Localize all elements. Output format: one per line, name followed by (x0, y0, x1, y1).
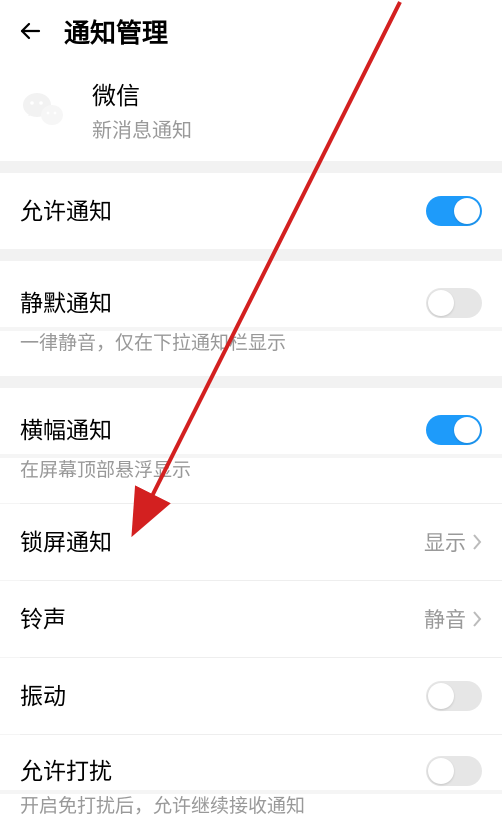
chevron-right-icon (472, 610, 482, 628)
lockscreen-notifications-row[interactable]: 锁屏通知 显示 (0, 504, 502, 580)
row-label: 静默通知 (20, 287, 426, 319)
row-label: 锁屏通知 (20, 526, 112, 558)
back-button[interactable] (16, 17, 44, 45)
app-name: 微信 (92, 76, 192, 111)
vibrate-toggle[interactable] (426, 681, 482, 711)
row-desc: 在屏幕顶部悬浮显示 (20, 458, 482, 485)
allow-notifications-row[interactable]: 允许通知 (0, 173, 502, 249)
row-label: 允许通知 (20, 195, 112, 227)
silent-notifications-toggle[interactable] (426, 288, 482, 318)
allow-disturb-toggle[interactable] (426, 756, 482, 786)
allow-notifications-toggle[interactable] (426, 196, 482, 226)
chevron-right-icon (472, 533, 482, 551)
row-value: 静音 (424, 604, 466, 634)
row-desc: 一律静音，仅在下拉通知栏显示 (20, 331, 482, 358)
allow-disturb-row[interactable]: 允许打扰 (0, 735, 502, 789)
row-label: 铃声 (20, 603, 66, 635)
wechat-icon (20, 86, 68, 134)
row-label: 允许打扰 (20, 755, 426, 787)
ringtone-row[interactable]: 铃声 静音 (0, 581, 502, 657)
app-info-section: 微信 新消息通知 (0, 62, 502, 161)
row-desc: 开启免打扰后，允许继续接收通知 (20, 794, 482, 820)
banner-notifications-row[interactable]: 横幅通知 (0, 388, 502, 454)
vibrate-row[interactable]: 振动 (0, 658, 502, 734)
row-label: 横幅通知 (20, 414, 426, 446)
app-subtitle: 新消息通知 (92, 114, 192, 143)
row-label: 振动 (20, 680, 66, 712)
silent-notifications-row[interactable]: 静默通知 (0, 261, 502, 327)
page-title: 通知管理 (64, 13, 168, 50)
banner-notifications-toggle[interactable] (426, 415, 482, 445)
row-value: 显示 (424, 527, 466, 557)
arrow-left-icon (18, 19, 42, 43)
